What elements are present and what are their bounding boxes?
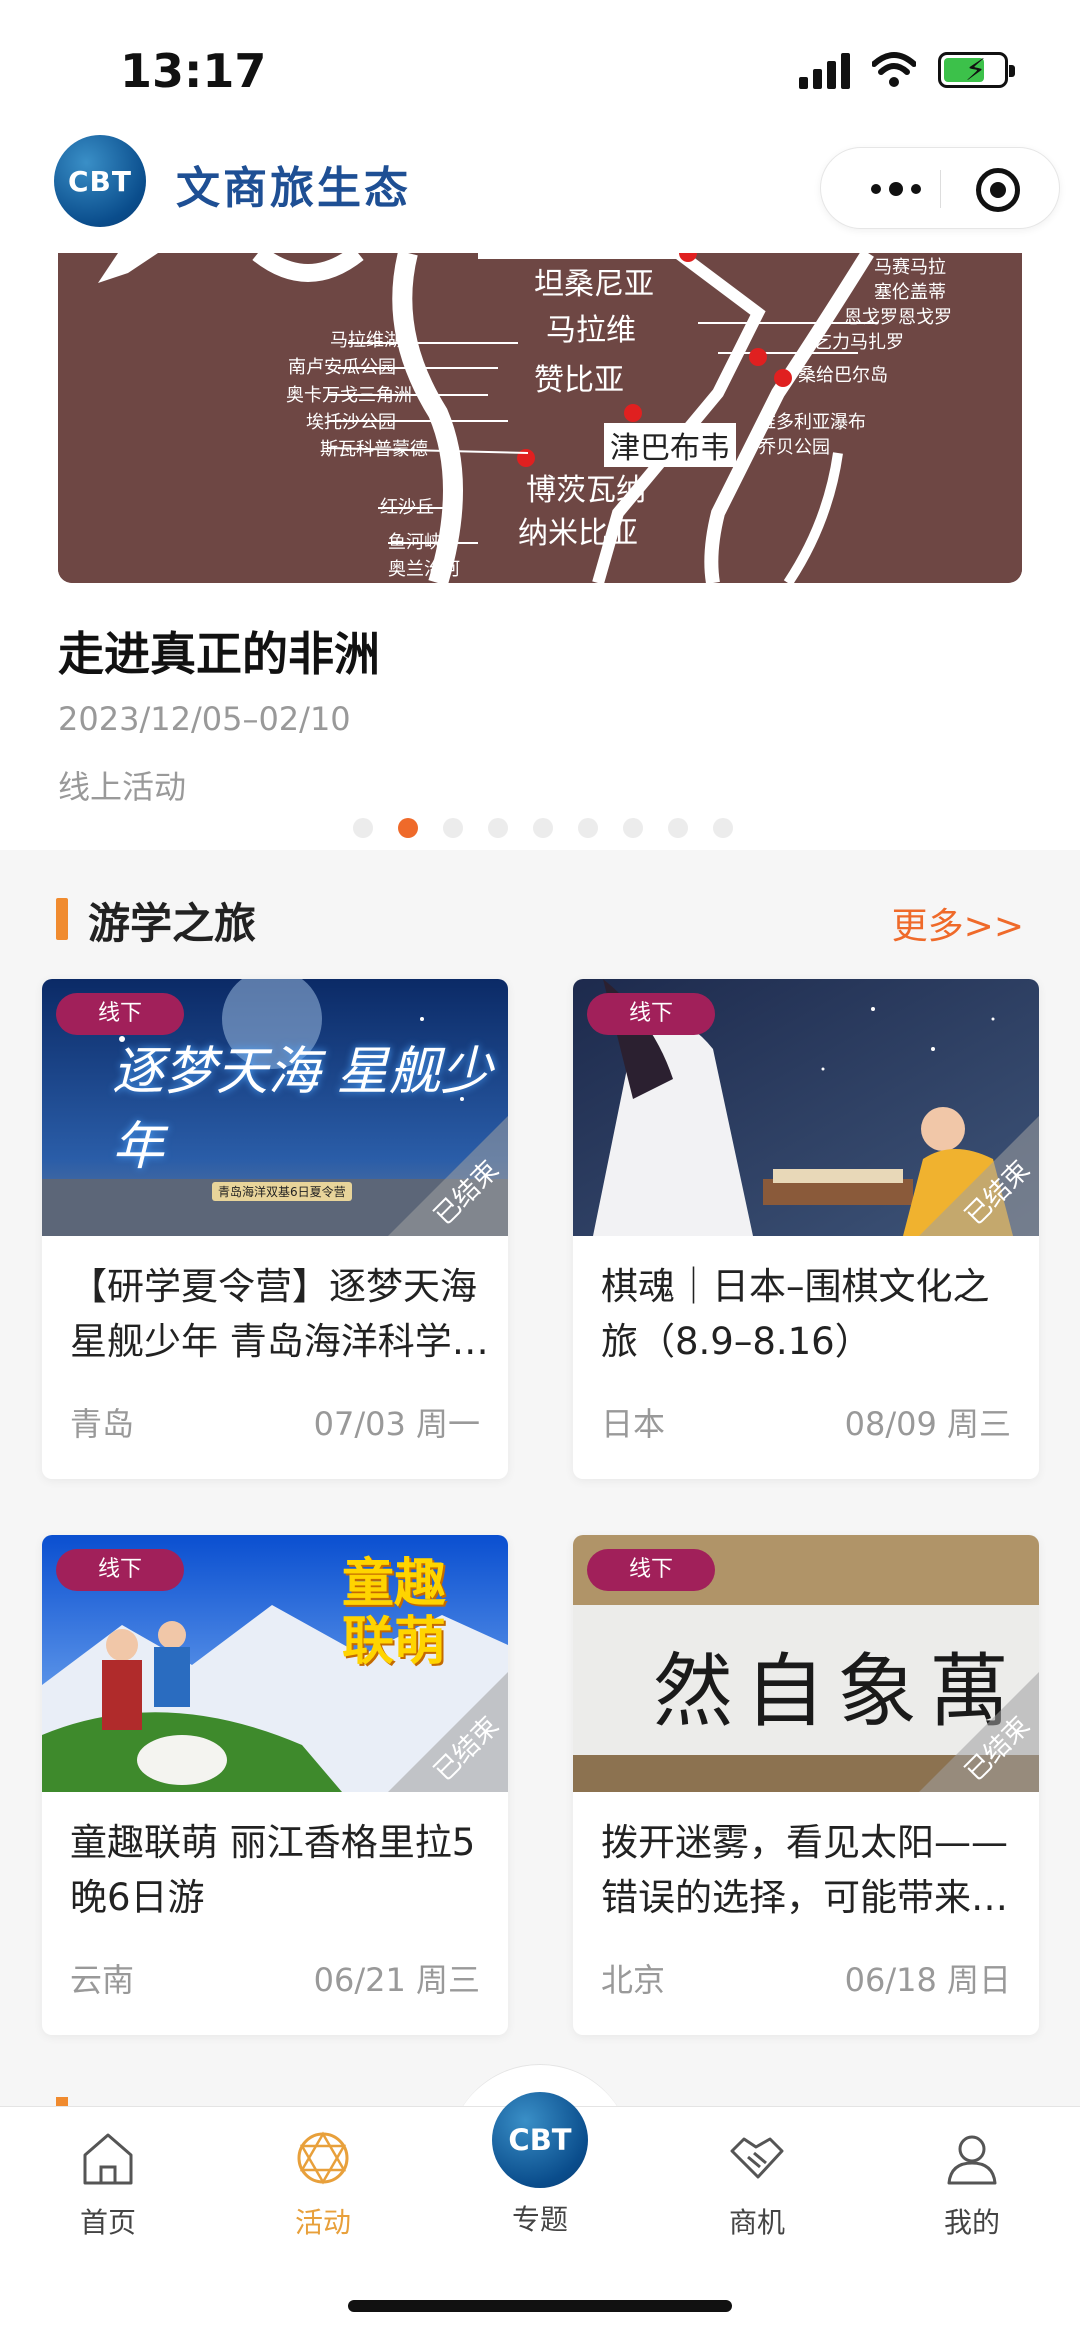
map-label: 恩戈罗恩戈罗 [844, 307, 952, 328]
tab-label: 首页 [79, 2206, 136, 2239]
cellular-signal-icon [799, 51, 850, 89]
section-title: 游学之旅 [88, 899, 257, 948]
tab-label: 商机 [728, 2206, 785, 2239]
card-location: 云南 [70, 1961, 135, 1999]
mini-program-capsule [820, 147, 1060, 229]
section-accent-bar [56, 898, 68, 940]
card-date: 06/18 周日 [844, 1961, 1011, 1999]
card-date: 07/03 周一 [313, 1405, 480, 1443]
wifi-icon [872, 52, 916, 87]
map-label: 桑给巴尔岛 [798, 365, 888, 386]
home-indicator [348, 2300, 732, 2312]
study-tour-card[interactable]: 萬象自然 线下 已结束 拨开迷雾，看见太阳——错误的选择，可能带来的后果 北京 … [573, 1535, 1039, 2035]
map-label: 维多利亚瀑布 [758, 412, 866, 433]
map-label: 斯瓦科普蒙德 [320, 439, 428, 460]
pager-dot[interactable] [668, 818, 688, 838]
map-label: 马拉维 [546, 313, 636, 348]
map-label: 津巴布韦 [604, 423, 736, 467]
event-title[interactable]: 走进真正的非洲 [58, 618, 380, 684]
thumb-subcaption: 青岛海洋双基6日夏令营 [212, 1182, 352, 1201]
close-miniprogram-icon[interactable] [976, 168, 1020, 212]
pager-dot[interactable] [353, 818, 373, 838]
battery-icon: ⚡ [938, 52, 1015, 88]
card-date: 08/09 周三 [844, 1405, 1011, 1443]
status-icons: ⚡ [799, 48, 1015, 92]
event-type: 线上活动 [58, 768, 187, 806]
map-label: 奥兰治河 [388, 559, 460, 580]
activity-icon [297, 2131, 349, 2185]
offline-tag: 线下 [587, 993, 715, 1035]
more-link[interactable]: 更多>> [892, 897, 1024, 949]
map-label: 马赛马拉 [874, 257, 946, 278]
pager-dot[interactable] [713, 818, 733, 838]
status-bar: 13:17 ⚡ [0, 0, 1080, 130]
card-title: 棋魂｜日本–围棋文化之旅（8.9–8.16） [601, 1265, 990, 1363]
map-label: 塞伦盖蒂 [874, 282, 946, 303]
user-icon [947, 2135, 997, 2185]
map-label: 纳米比亚 [518, 516, 638, 551]
tab-topic-label[interactable]: 专题 [470, 2198, 610, 2238]
nav-bar: CBT 文商旅生态 [0, 130, 1080, 255]
pager-dot[interactable] [623, 818, 643, 838]
tab-mine[interactable]: 我的 [902, 2127, 1042, 2241]
map-label: 奥卡万戈三角洲 [286, 385, 412, 406]
tab-home[interactable]: 首页 [38, 2127, 178, 2241]
home-icon [83, 2133, 133, 2185]
tab-label: 活动 [294, 2206, 351, 2239]
capsule-divider [940, 170, 941, 208]
map-label: 坦桑尼亚 [534, 267, 654, 302]
thumb-caption: 童趣联萌 [342, 1554, 447, 1672]
tab-topic-logo[interactable]: CBT [492, 2092, 588, 2188]
brand-logo[interactable]: CBT [54, 135, 146, 227]
thumb-calligraphy: 萬象自然 [653, 1645, 1021, 1738]
offline-tag: 线下 [56, 993, 184, 1035]
card-title: 拨开迷雾，看见太阳——错误的选择，可能带来的后果 [601, 1821, 1008, 1919]
activity-page: 13:17 ⚡ CBT 文商旅生态 坦桑尼亚 马拉维 赞比亚 津巴布韦 博茨瓦纳… [0, 0, 1080, 2337]
pager-dot[interactable] [398, 818, 418, 838]
map-label: 埃托沙公园 [306, 412, 396, 433]
tab-business[interactable]: 商机 [687, 2127, 827, 2241]
offline-tag: 线下 [587, 1549, 715, 1591]
map-label: 博茨瓦纳 [526, 473, 646, 508]
pager-dot[interactable] [488, 818, 508, 838]
study-tour-card[interactable]: 线下 已结束 棋魂｜日本–围棋文化之旅（8.9–8.16） 日本 08/09 周… [573, 979, 1039, 1479]
study-tour-card[interactable]: 逐梦天海 星舰少年 青岛海洋双基6日夏令营 线下 已结束 【研学夏令营】逐梦天海… [42, 979, 508, 1479]
map-label: 鱼河峡谷 [388, 532, 460, 553]
map-label: 南卢安瓜公园 [288, 357, 396, 378]
card-location: 日本 [601, 1405, 666, 1443]
study-tour-card[interactable]: 童趣联萌 线下 已结束 童趣联萌 丽江香格里拉5晚6日游 云南 06/21 周三 [42, 1535, 508, 2035]
map-label: 赞比亚 [534, 363, 624, 398]
card-title: 童趣联萌 丽江香格里拉5晚6日游 [70, 1821, 476, 1919]
pager-dot[interactable] [578, 818, 598, 838]
card-title: 【研学夏令营】逐梦天海 星舰少年 青岛海洋科学6日夏令营 [70, 1265, 477, 1363]
more-options-icon[interactable] [861, 172, 931, 206]
event-banner-image[interactable]: 坦桑尼亚 马拉维 赞比亚 津巴布韦 博茨瓦纳 纳米比亚 马赛马拉 塞伦盖蒂 恩戈… [58, 253, 1022, 583]
tab-label: 我的 [943, 2206, 1000, 2239]
map-label: 乔贝公园 [758, 437, 830, 458]
map-label: 红沙丘 [380, 497, 434, 518]
offline-tag: 线下 [56, 1549, 184, 1591]
card-date: 06/21 周三 [313, 1961, 480, 1999]
status-time: 13:17 [120, 44, 267, 98]
app-title: 文商旅生态 [176, 163, 411, 214]
pager-dot[interactable] [443, 818, 463, 838]
tab-activity[interactable]: 活动 [253, 2127, 393, 2241]
map-label: 马拉维湖 [330, 330, 402, 351]
pager-dot[interactable] [533, 818, 553, 838]
thumb-caption: 逐梦天海 星舰少年 [112, 1042, 493, 1177]
event-date: 2023/12/05–02/10 [58, 700, 351, 738]
map-label: 乞力马扎罗 [814, 332, 904, 353]
card-location: 北京 [601, 1961, 666, 1999]
card-location: 青岛 [70, 1405, 135, 1443]
carousel-pagination [0, 818, 1080, 838]
handshake-icon [730, 2137, 784, 2179]
